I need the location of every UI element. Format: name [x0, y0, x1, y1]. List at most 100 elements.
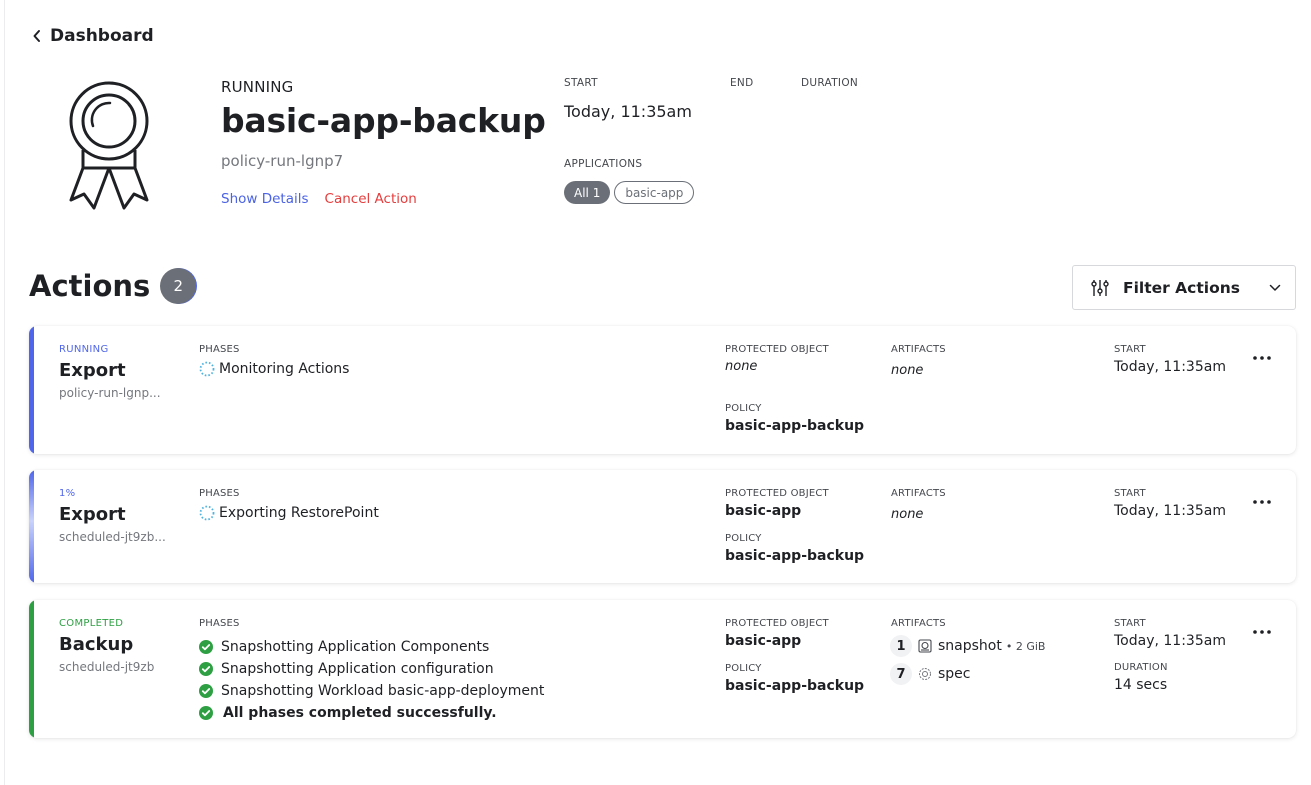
check-circle-icon	[199, 706, 213, 720]
artifact-size: • 2 GiB	[1005, 639, 1046, 653]
action-name: policy-run-lgnp...	[59, 386, 161, 400]
action-progress: 1%	[59, 488, 76, 499]
check-circle-icon	[199, 640, 213, 654]
more-options-button[interactable]	[1250, 346, 1274, 370]
actions-heading: Actions 2	[29, 268, 197, 304]
artifacts-label: ARTIFACTS	[891, 488, 946, 499]
artifact-label: snapshot	[938, 638, 1002, 654]
policy-label: POLICY	[725, 533, 762, 544]
start-label: START	[1114, 618, 1146, 629]
filter-actions-dropdown[interactable]: Filter Actions	[1072, 265, 1296, 310]
start-label: START	[1114, 488, 1146, 499]
phase-label: Monitoring Actions	[219, 361, 350, 377]
action-status: RUNNING	[59, 344, 109, 355]
phase-label: Snapshotting Workload basic-app-deployme…	[221, 683, 545, 699]
phases-label: PHASES	[199, 618, 240, 629]
sidebar-divider	[4, 0, 5, 785]
duration-label: DURATION	[1114, 662, 1168, 673]
end-label: END	[730, 77, 754, 89]
back-link-label: Dashboard	[50, 26, 154, 46]
phase-item: Monitoring Actions	[199, 361, 349, 377]
protected-object-value[interactable]: basic-app	[725, 503, 801, 519]
check-circle-icon	[199, 684, 213, 698]
phase-summary-label: All phases completed successfully.	[223, 705, 497, 721]
more-horizontal-icon	[1253, 500, 1271, 504]
check-circle-icon	[199, 662, 213, 676]
actions-title: Actions	[29, 269, 151, 303]
duration-value: 14 secs	[1114, 677, 1168, 693]
artifact-label: spec	[938, 666, 971, 682]
start-value: Today, 11:35am	[1114, 633, 1226, 649]
artifacts-value: none	[891, 363, 924, 378]
spec-gear-icon	[919, 668, 931, 680]
action-type: Backup	[59, 634, 134, 655]
protected-object-label: PROTECTED OBJECT	[725, 344, 829, 355]
phase-label: Snapshotting Application Components	[221, 639, 490, 655]
chevron-left-icon	[33, 30, 40, 42]
run-title: basic-app-backup	[221, 101, 546, 140]
status-accent-bar	[29, 326, 34, 454]
protected-object-label: PROTECTED OBJECT	[725, 618, 829, 629]
protected-object-value: none	[725, 359, 758, 374]
action-type: Export	[59, 360, 126, 381]
start-value: Today, 11:35am	[564, 102, 692, 121]
artifact-count: 1	[890, 635, 912, 657]
action-name: scheduled-jt9zb...	[59, 530, 166, 544]
snapshot-icon	[918, 639, 932, 653]
cancel-action-link[interactable]: Cancel Action	[325, 191, 417, 207]
more-horizontal-icon	[1253, 630, 1271, 634]
applications-label: APPLICATIONS	[564, 158, 643, 170]
phase-list: Snapshotting Application Components Snap…	[199, 636, 544, 724]
filter-actions-label: Filter Actions	[1123, 278, 1240, 297]
phases-label: PHASES	[199, 488, 240, 499]
show-details-link[interactable]: Show Details	[221, 191, 309, 207]
artifact-item-spec[interactable]: 7 spec	[890, 663, 971, 685]
protected-object-label: PROTECTED OBJECT	[725, 488, 829, 499]
policy-value[interactable]: basic-app-backup	[725, 418, 864, 434]
run-status: RUNNING	[221, 78, 294, 96]
policy-label: POLICY	[725, 403, 762, 414]
action-card[interactable]: RUNNING Export policy-run-lgnp... PHASES…	[29, 326, 1296, 454]
sliders-icon	[1091, 279, 1109, 296]
more-options-button[interactable]	[1250, 620, 1274, 644]
phase-item: Exporting RestorePoint	[199, 505, 379, 521]
start-label: START	[1114, 344, 1146, 355]
page: Dashboard RUNNING basic-app-backup polic…	[0, 0, 1311, 785]
action-type: Export	[59, 504, 126, 525]
award-ribbon-icon	[69, 81, 149, 210]
phase-item: Snapshotting Workload basic-app-deployme…	[199, 680, 544, 702]
artifacts-value: none	[891, 507, 924, 522]
policy-value[interactable]: basic-app-backup	[725, 678, 864, 694]
action-name: scheduled-jt9zb	[59, 660, 155, 674]
phase-item: Snapshotting Application configuration	[199, 658, 544, 680]
actions-count-badge: 2	[160, 268, 197, 304]
chevron-down-icon	[1269, 284, 1281, 291]
start-value: Today, 11:35am	[1114, 503, 1226, 519]
status-accent-bar	[29, 600, 34, 738]
artifacts-label: ARTIFACTS	[891, 344, 946, 355]
start-value: Today, 11:35am	[1114, 359, 1226, 375]
action-status: COMPLETED	[59, 618, 124, 629]
policy-value[interactable]: basic-app-backup	[725, 548, 864, 564]
back-to-dashboard-link[interactable]: Dashboard	[32, 26, 154, 46]
policy-label: POLICY	[725, 663, 762, 674]
more-horizontal-icon	[1253, 356, 1271, 360]
spinner-icon	[199, 361, 215, 377]
phases-label: PHASES	[199, 344, 240, 355]
action-card[interactable]: 1% Export scheduled-jt9zb... PHASES Expo…	[29, 470, 1296, 583]
app-pill-all[interactable]: All 1	[564, 181, 611, 204]
header-links: Show Details Cancel Action	[221, 191, 417, 207]
phase-label: Snapshotting Application configuration	[221, 661, 494, 677]
application-filter-pills: All 1 basic-app	[564, 181, 695, 204]
protected-object-value[interactable]: basic-app	[725, 633, 801, 649]
app-pill-basic-app[interactable]: basic-app	[614, 181, 695, 204]
progress-accent-bar	[29, 470, 34, 583]
artifact-item-snapshot[interactable]: 1 snapshot • 2 GiB	[890, 635, 1045, 657]
duration-label: DURATION	[801, 77, 859, 89]
action-card[interactable]: COMPLETED Backup scheduled-jt9zb PHASES …	[29, 600, 1296, 738]
phase-item: Snapshotting Application Components	[199, 636, 544, 658]
more-options-button[interactable]	[1250, 490, 1274, 514]
start-label: START	[564, 77, 598, 89]
artifacts-label: ARTIFACTS	[891, 618, 946, 629]
artifact-count: 7	[890, 663, 912, 685]
